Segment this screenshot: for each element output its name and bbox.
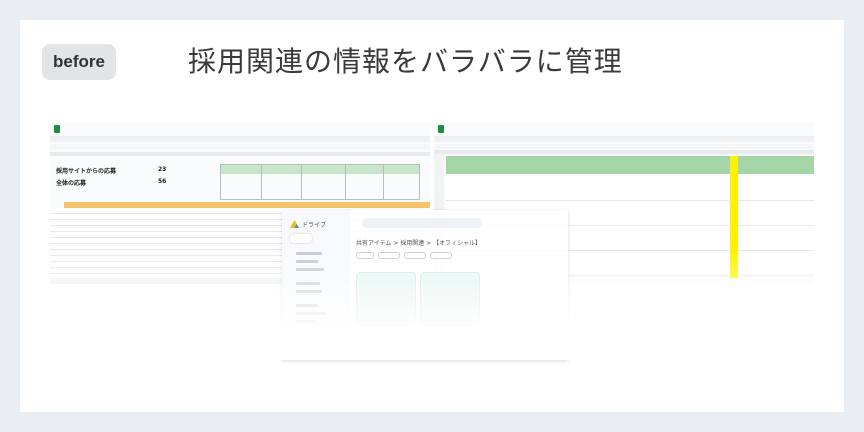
kpi-value-total: 56 <box>158 178 167 185</box>
before-badge: before <box>42 44 116 80</box>
kpi-label-total: 全体の応募 <box>56 180 87 187</box>
search-input[interactable] <box>362 218 482 228</box>
column-header <box>50 152 430 156</box>
drive-title: ドライブ <box>302 222 327 229</box>
headline: 採用関連の情報をバラバラに管理 <box>188 45 623 78</box>
table-divider <box>261 165 262 199</box>
google-sheets-icon <box>438 125 444 133</box>
kpi-table <box>220 164 420 200</box>
table-divider <box>383 165 384 199</box>
kpi-table-header <box>221 165 419 174</box>
new-button[interactable] <box>290 234 312 243</box>
bottom-fade <box>50 250 814 360</box>
drive-logo-icon <box>290 220 299 228</box>
kpi-label-site: 採用サイトからの応募 <box>56 168 117 175</box>
toolbar <box>50 136 430 142</box>
column-header <box>434 150 814 154</box>
formula-bar <box>50 144 430 149</box>
breadcrumb: 共有アイテム > 採用関連 > 【オフィシャル】 <box>356 240 481 247</box>
google-sheets-icon <box>54 125 60 133</box>
formula-bar <box>434 144 814 149</box>
table-divider <box>301 165 302 199</box>
toolbar <box>434 136 814 142</box>
table-divider <box>345 165 346 199</box>
table-header-row <box>446 156 814 174</box>
kpi-value-site: 23 <box>158 166 167 173</box>
